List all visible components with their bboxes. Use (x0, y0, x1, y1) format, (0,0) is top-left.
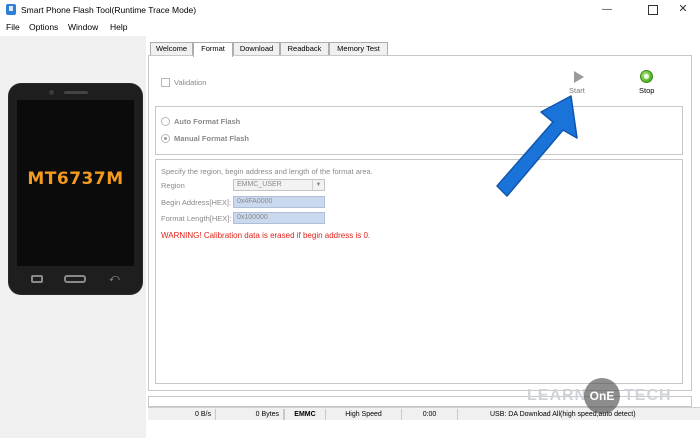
watermark-text-left: LEARN (527, 387, 588, 404)
calibration-warning: WARNING! Calibration data is erased if b… (161, 231, 371, 240)
app-icon (6, 4, 16, 15)
menu-key-icon (31, 275, 43, 283)
auto-format-radio[interactable] (161, 117, 170, 126)
minimize-button[interactable]: — (590, 0, 624, 19)
phone-screen: MT6737M (17, 100, 134, 266)
manual-format-label: Manual Format Flash (174, 134, 250, 143)
chevron-down-icon[interactable]: ▼ (312, 180, 324, 190)
device-panel: MT6737M ⤺ (0, 36, 146, 438)
menu-help[interactable]: Help (110, 22, 127, 32)
region-label: Region (161, 181, 185, 190)
tab-welcome[interactable]: Welcome (150, 42, 193, 56)
status-time: 0:00 (402, 409, 458, 420)
format-area-description: Specify the region, begin address and le… (161, 167, 373, 176)
begin-address-label: Begin Address[HEX]: (161, 198, 232, 207)
begin-address-input[interactable]: 0x4FA0000 (233, 196, 325, 208)
menu-file[interactable]: File (6, 22, 20, 32)
title-bar: Smart Phone Flash Tool(Runtime Trace Mod… (0, 0, 700, 19)
status-bytes: 0 Bytes (216, 409, 284, 420)
back-key-icon: ⤺ (109, 273, 120, 284)
format-mode-group (155, 106, 683, 155)
manual-format-radio[interactable] (161, 134, 170, 143)
tab-memory-test[interactable]: Memory Test (329, 42, 388, 56)
phone-illustration: MT6737M ⤺ (9, 84, 142, 294)
region-select[interactable]: EMMC_USER ▼ (233, 179, 325, 191)
window-title: Smart Phone Flash Tool(Runtime Trace Mod… (21, 5, 197, 15)
format-area-group (155, 159, 683, 384)
maximize-button[interactable] (636, 0, 670, 19)
format-length-input[interactable]: 0x100000 (233, 212, 325, 224)
close-button[interactable]: ✕ (666, 0, 700, 19)
speaker-icon (64, 91, 88, 94)
auto-format-label: Auto Format Flash (174, 117, 241, 126)
validation-label: Validation (174, 78, 207, 87)
region-value: EMMC_USER (237, 181, 282, 188)
status-mode: High Speed (326, 409, 402, 420)
menu-options[interactable]: Options (29, 22, 58, 32)
validation-checkbox[interactable] (161, 78, 170, 87)
status-connection: USB: DA Download All(high speed,auto det… (490, 411, 636, 418)
tab-readback[interactable]: Readback (280, 42, 329, 56)
status-speed: 0 B/s (148, 409, 216, 420)
menu-bar: File Options Window Help (0, 19, 700, 35)
watermark-logo: OnE (584, 378, 620, 414)
status-storage: EMMC (284, 409, 326, 420)
chip-label: MT6737M (27, 169, 124, 189)
watermark-text-right: TECH (624, 387, 672, 404)
tab-format[interactable]: Format (193, 42, 233, 57)
status-bar: 0 B/s 0 Bytes EMMC High Speed 0:00 USB: … (148, 407, 700, 420)
format-length-label: Format Length[HEX]: (161, 214, 232, 223)
tab-download[interactable]: Download (233, 42, 280, 56)
stop-icon[interactable] (640, 70, 653, 83)
start-icon[interactable] (574, 71, 584, 83)
camera-icon (49, 90, 54, 95)
menu-window[interactable]: Window (68, 22, 98, 32)
pointer-arrow-icon (496, 95, 578, 197)
home-key-icon (64, 275, 86, 283)
stop-label[interactable]: Stop (639, 86, 654, 95)
